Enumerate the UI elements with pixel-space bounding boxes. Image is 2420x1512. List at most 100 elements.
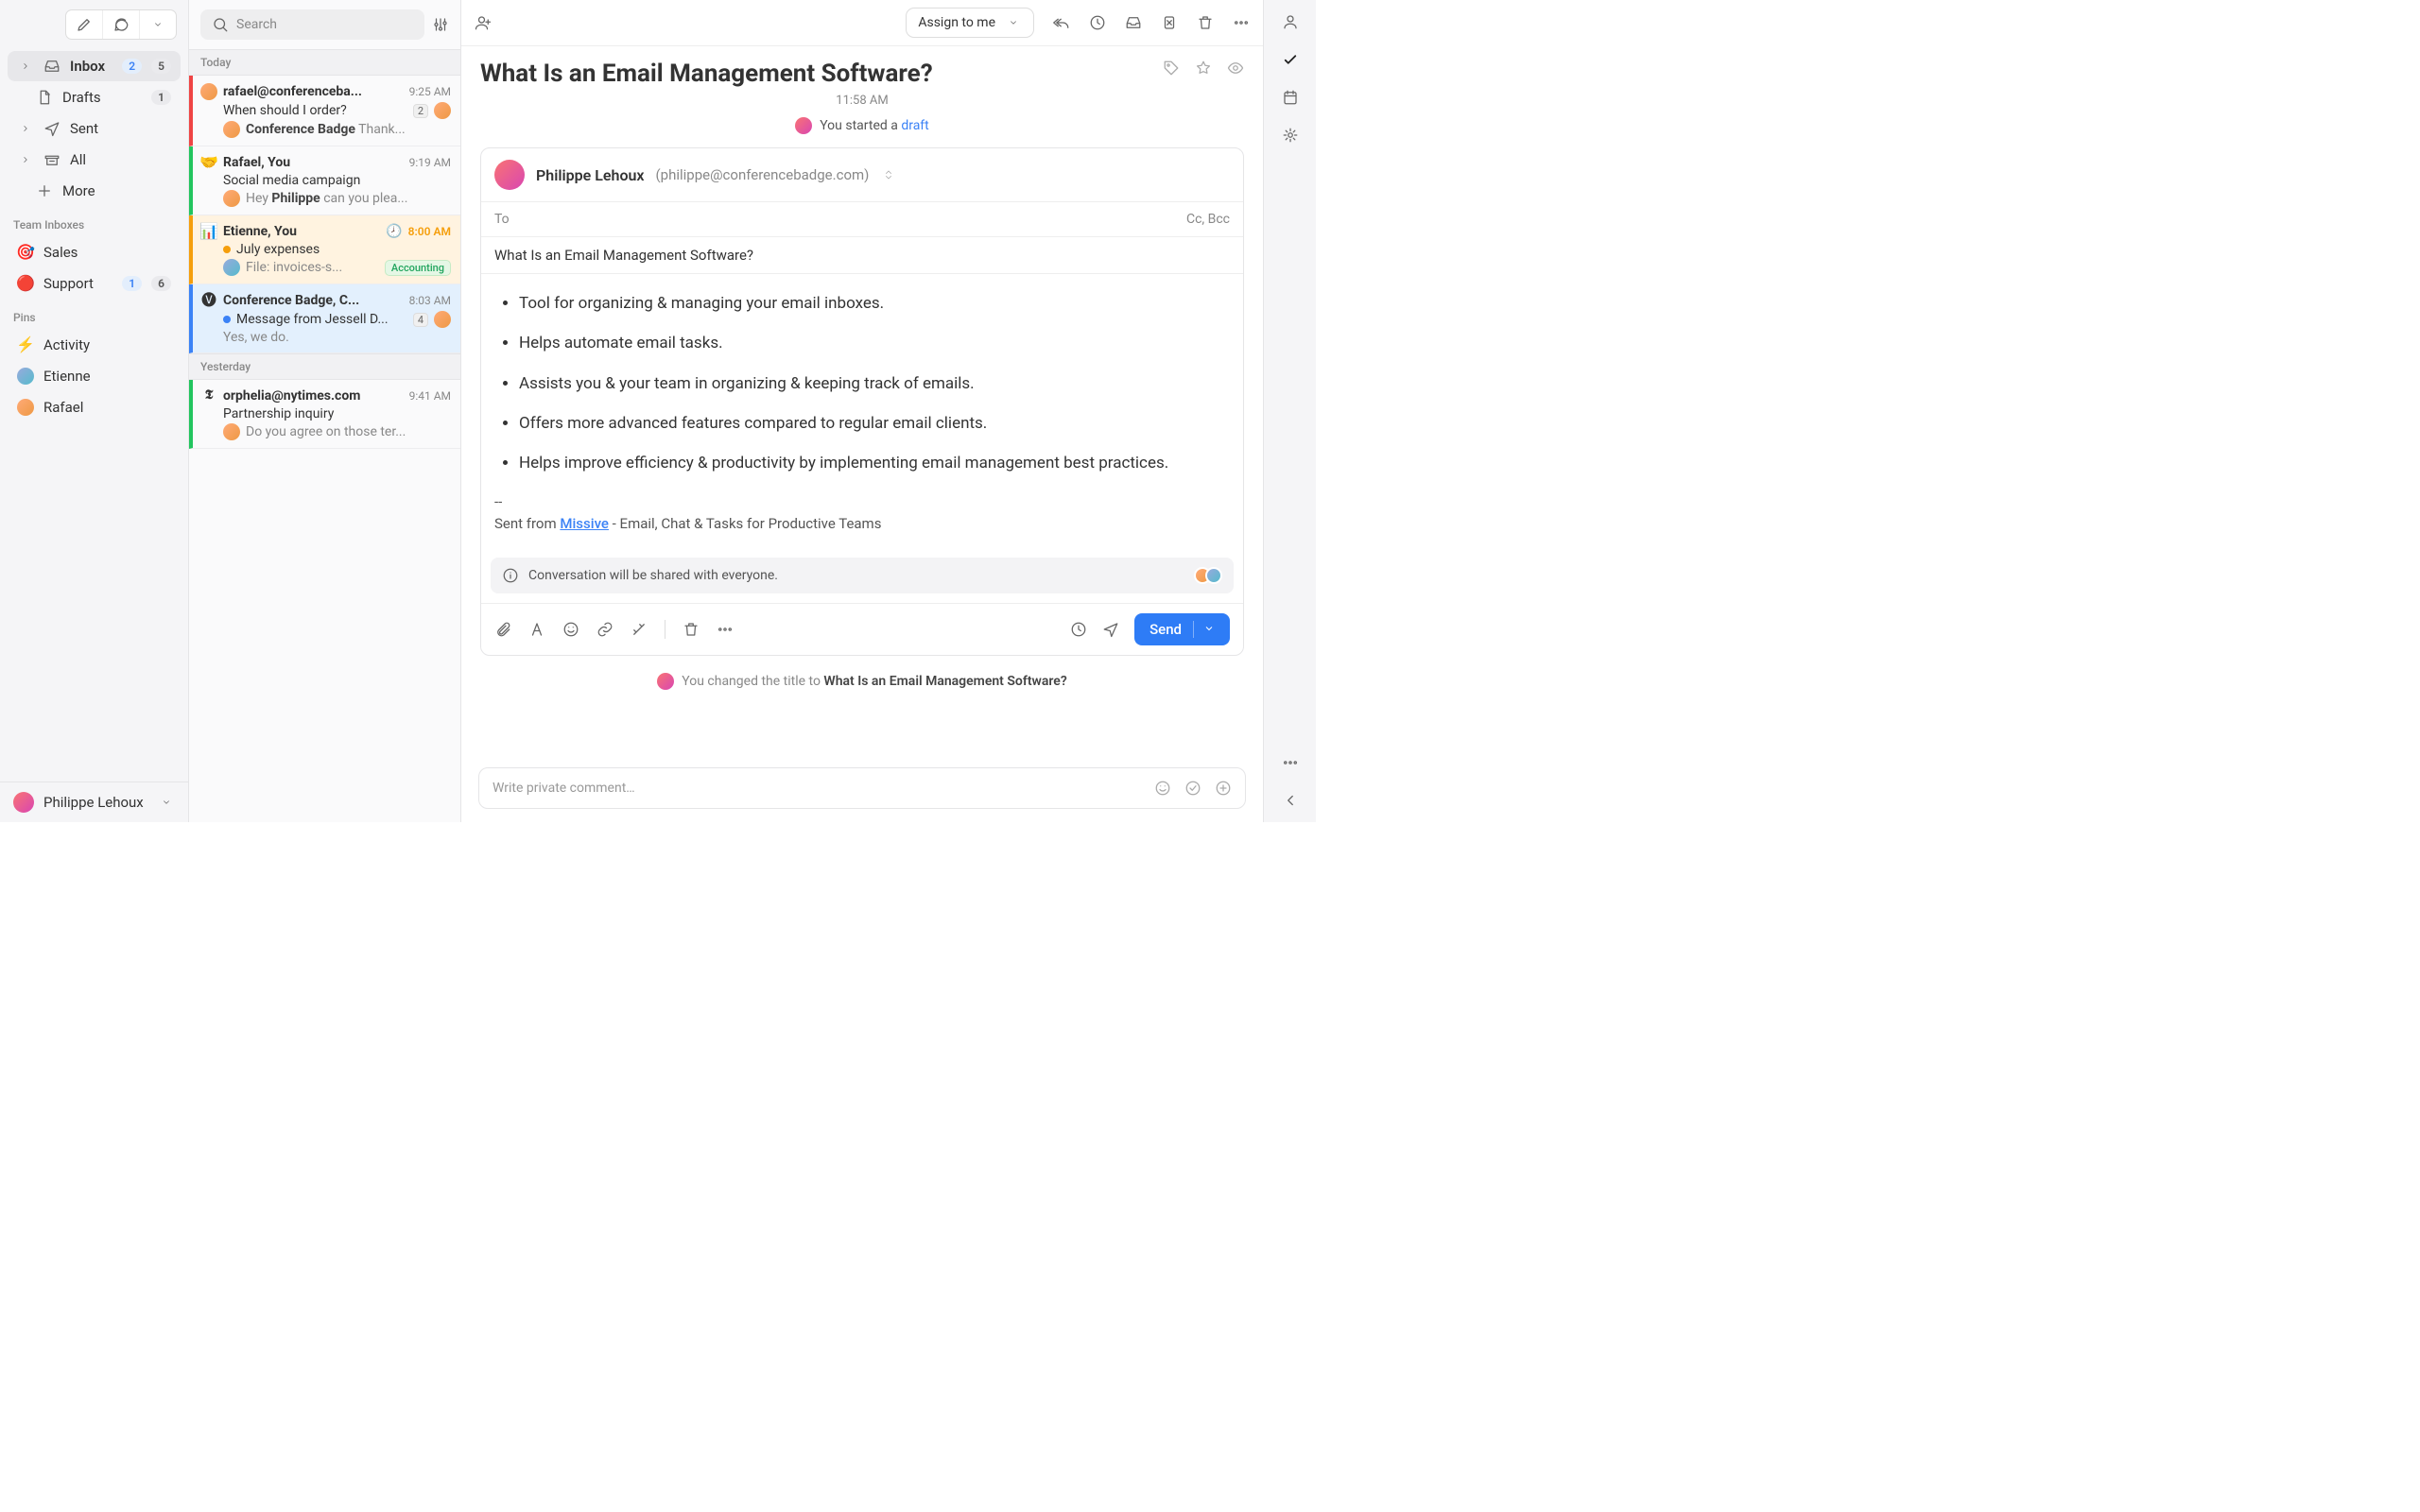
sig-link[interactable]: Missive [560, 515, 609, 532]
conv-from: orphelia@nytimes.com [223, 388, 404, 404]
search-input[interactable]: Search [200, 9, 424, 40]
filter-icon[interactable] [432, 16, 449, 33]
collapse-icon[interactable] [1282, 792, 1299, 809]
more-icon[interactable] [1282, 754, 1299, 771]
compose-body[interactable]: Tool for organizing & managing your emai… [481, 274, 1243, 552]
status-dot [223, 316, 231, 323]
conversation-item[interactable]: 𝕿 orphelia@nytimes.com 9:41 AM Partnersh… [189, 380, 460, 449]
conv-preview: File: invoices-s... [246, 260, 379, 275]
conversation-item[interactable]: 📊 Etienne, You 🕗 8:00 AM July expenses F… [189, 215, 460, 284]
drafts-icon [36, 89, 53, 106]
nav-sent[interactable]: Sent [8, 113, 181, 144]
team-sales[interactable]: 🎯 Sales [8, 237, 181, 267]
tag: Accounting [385, 260, 451, 276]
schedule-icon[interactable] [1070, 621, 1087, 638]
chevron-down-icon [158, 794, 175, 811]
body-bullet: Helps automate email tasks. [519, 331, 1230, 355]
spam-icon[interactable] [1161, 14, 1178, 31]
magic-icon[interactable] [631, 621, 648, 638]
add-person-icon[interactable] [475, 14, 492, 31]
link-icon[interactable] [596, 621, 614, 638]
conversation-title: What Is an Email Management Software? [480, 60, 1153, 88]
nav-more[interactable]: More [8, 176, 181, 206]
archive-icon[interactable] [1125, 14, 1142, 31]
nav-label: Inbox [70, 58, 112, 75]
compose-button-group [65, 9, 177, 40]
calendar-icon[interactable] [1282, 89, 1299, 106]
to-label[interactable]: To [494, 212, 510, 227]
chevron-right-icon [17, 120, 34, 137]
check-icon[interactable] [1282, 51, 1299, 68]
avatar [795, 117, 812, 134]
star-icon[interactable] [1195, 60, 1212, 77]
chevron-down-icon [1193, 621, 1215, 638]
snooze-icon[interactable] [1089, 14, 1106, 31]
status-dot [223, 246, 231, 253]
cc-bcc-toggle[interactable]: Cc, Bcc [1186, 212, 1230, 227]
share-banner-text: Conversation will be shared with everyon… [528, 568, 1184, 583]
share-banner: Conversation will be shared with everyon… [491, 558, 1234, 593]
message-count: 4 [413, 313, 428, 327]
send-button[interactable]: Send [1134, 613, 1230, 645]
discard-icon[interactable] [683, 621, 700, 638]
subject-field[interactable]: What Is an Email Management Software? [481, 237, 1243, 274]
avatar [17, 399, 34, 416]
trash-icon[interactable] [1197, 14, 1214, 31]
pin-rafael[interactable]: Rafael [8, 392, 181, 422]
chevron-down-icon [1005, 14, 1022, 31]
tag-icon[interactable] [1163, 60, 1180, 77]
pin-etienne[interactable]: Etienne [8, 361, 181, 391]
conversation-item[interactable]: rafael@conferenceba... 9:25 AM When shou… [189, 76, 460, 146]
conversation-item-selected[interactable]: 🅥 Conference Badge, C... 8:03 AM Message… [189, 284, 460, 353]
format-icon[interactable] [528, 621, 545, 638]
nav-all[interactable]: All [8, 145, 181, 175]
nav-label: Sales [43, 244, 171, 261]
chevron-right-icon [17, 58, 34, 75]
contact-icon[interactable] [1282, 13, 1299, 30]
from-select-icon[interactable] [880, 166, 897, 183]
inbox-icon [43, 58, 60, 75]
assign-to-me-button[interactable]: Assign to me [906, 8, 1034, 38]
watch-icon[interactable] [1227, 60, 1244, 77]
attachment-icon[interactable] [494, 621, 511, 638]
chevron-down-icon [149, 16, 166, 33]
main-toolbar: Assign to me [461, 0, 1263, 46]
reply-all-icon[interactable] [1053, 14, 1070, 31]
openai-icon[interactable] [1282, 127, 1299, 144]
team-support[interactable]: 🔴 Support 1 6 [8, 268, 181, 299]
task-icon[interactable] [1184, 780, 1201, 797]
emoji-icon[interactable] [562, 621, 579, 638]
nav-inbox[interactable]: Inbox 2 5 [8, 51, 181, 81]
new-chat-button[interactable] [103, 10, 140, 39]
assignee-avatar [434, 102, 451, 119]
main-pane: Assign to me What Is an Email Management… [461, 0, 1263, 822]
bolt-icon: ⚡ [17, 336, 34, 353]
nav-drafts[interactable]: Drafts 1 [8, 82, 181, 112]
sig-dashes: -- [494, 491, 1230, 513]
info-icon [502, 567, 519, 584]
send-later-icon[interactable] [1102, 621, 1119, 638]
body-bullet: Offers more advanced features compared t… [519, 411, 1230, 436]
nav-label: Support [43, 275, 112, 292]
search-placeholder: Search [236, 17, 277, 32]
more-icon[interactable] [1233, 14, 1250, 31]
from-name: Philippe Lehoux [536, 166, 645, 184]
nav-label: Activity [43, 336, 171, 353]
avatar [657, 673, 674, 690]
compose-button[interactable] [66, 10, 103, 39]
pin-activity[interactable]: ⚡ Activity [8, 330, 181, 360]
more-icon[interactable] [717, 621, 734, 638]
user-menu-button[interactable]: Philippe Lehoux [0, 782, 188, 822]
pencil-icon [76, 16, 93, 33]
conv-from: rafael@conferenceba... [223, 84, 404, 99]
comment-input[interactable]: Write private comment… [478, 767, 1246, 809]
conv-preview: Do you agree on those ter... [246, 424, 406, 439]
nav-label: Rafael [43, 399, 171, 416]
date-header: Today [189, 49, 460, 76]
add-icon[interactable] [1215, 780, 1232, 797]
shared-with-avatars [1194, 567, 1222, 584]
conversation-item[interactable]: 🤝 Rafael, You 9:19 AM Social media campa… [189, 146, 460, 215]
emoji-icon[interactable] [1154, 780, 1171, 797]
compose-menu-button[interactable] [140, 10, 176, 39]
body-bullet: Tool for organizing & managing your emai… [519, 291, 1230, 316]
